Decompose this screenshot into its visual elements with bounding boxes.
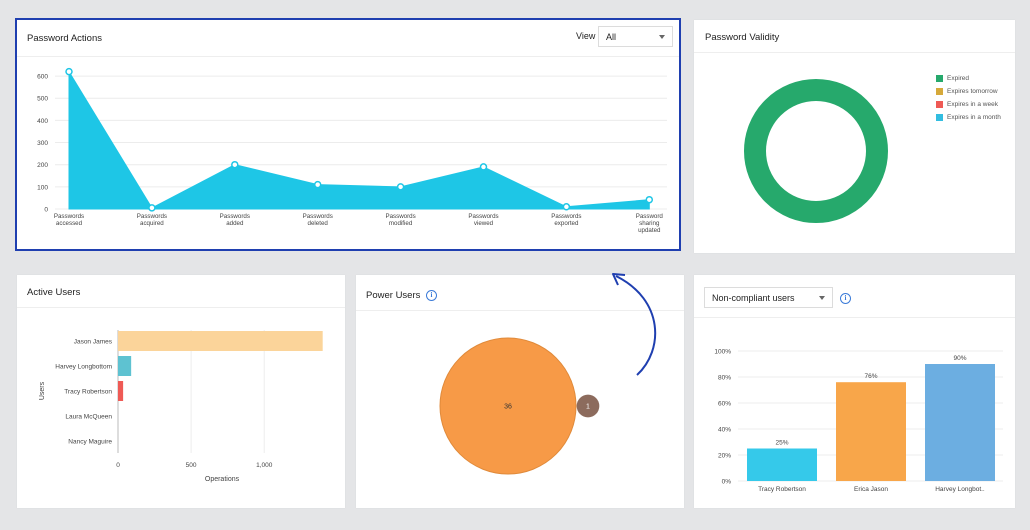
non-compliant-dropdown-value: Non-compliant users [712, 292, 795, 303]
legend-label: Expires in a week [947, 101, 998, 108]
power-users-card: Power Users i [356, 275, 684, 508]
info-icon[interactable]: i [840, 293, 851, 304]
card-divider [694, 52, 1015, 53]
highlight-frame [15, 18, 681, 251]
legend-label: Expired [947, 75, 970, 82]
non-compliant-card: Non-compliant users i [694, 275, 1015, 508]
password-validity-legend: Expired Expires tomorrow Expires in a week… [936, 72, 1001, 124]
card-divider [17, 307, 345, 308]
card-divider [694, 317, 1015, 318]
chevron-down-icon [819, 295, 825, 300]
legend-swatch [936, 114, 943, 121]
non-compliant-dropdown[interactable]: Non-compliant users [704, 287, 833, 308]
active-users-card: Active Users [17, 275, 345, 508]
legend-item[interactable]: Expires in a month [936, 111, 1001, 124]
active-users-title: Active Users [27, 287, 81, 298]
legend-item[interactable]: Expires in a week [936, 98, 1001, 111]
legend-swatch [936, 88, 943, 95]
legend-label: Expires in a month [947, 114, 1001, 121]
legend-label: Expires tomorrow [947, 88, 998, 95]
legend-swatch [936, 101, 943, 108]
power-users-title: Power Users [366, 290, 421, 301]
legend-item[interactable]: Expires tomorrow [936, 85, 1001, 98]
password-validity-title: Password Validity [705, 32, 780, 43]
password-validity-card: Password Validity [694, 20, 1015, 253]
legend-swatch [936, 75, 943, 82]
legend-item[interactable]: Expired [936, 72, 1001, 85]
card-divider [356, 310, 684, 311]
info-icon[interactable]: i [426, 290, 437, 301]
